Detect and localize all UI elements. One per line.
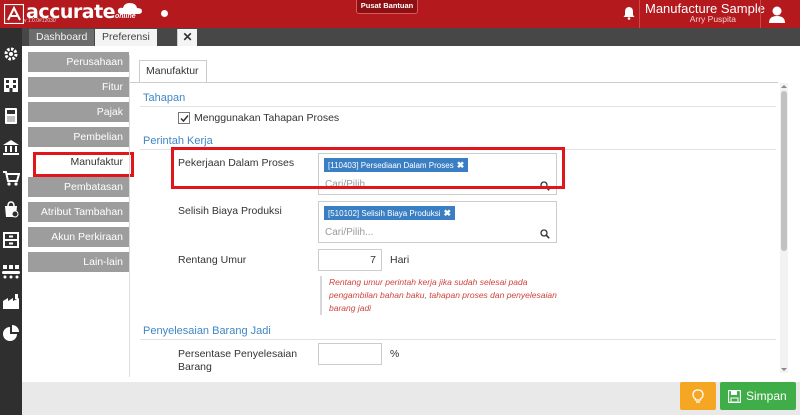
tab-preferences[interactable]: Preferensi — [95, 29, 157, 46]
user-name: Arry Puspita — [689, 14, 736, 24]
menu-item-pembatasan[interactable]: Pembatasan — [28, 177, 129, 197]
subtab-divider — [130, 82, 778, 83]
tab-strip: Dashboard Preferensi ✕ 2 — [22, 28, 800, 46]
persentase-label: Persentase Penyelesaian Barang — [178, 348, 298, 373]
menu-item-fitur[interactable]: Fitur — [28, 77, 129, 97]
status-dot — [161, 10, 168, 17]
tab-close-button[interactable]: ✕ — [177, 29, 197, 46]
topbar-divider — [760, 0, 761, 28]
menu-item-akun-perkiraan[interactable]: Akun Perkiraan — [28, 227, 129, 247]
use-process-stages-label: Menggunakan Tahapan Proses — [194, 112, 340, 124]
rentang-umur-unit: Hari — [390, 254, 410, 266]
top-bar: accurate online v 1.0.0#12030 Pusat Bant… — [0, 0, 800, 28]
rentang-umur-input[interactable]: 7 — [318, 249, 382, 271]
building-icon[interactable] — [2, 76, 20, 94]
save-icon — [728, 390, 741, 403]
topbar-divider — [639, 0, 640, 28]
calculator-icon[interactable] — [2, 107, 20, 125]
app-logo[interactable]: accurate — [4, 2, 116, 26]
rentang-umur-note: Rentang umur perintah kerja jika sudah s… — [320, 276, 562, 315]
search-icon[interactable] — [540, 229, 550, 239]
menu-item-atribut-tambahan[interactable]: Atribut Tambahan — [28, 202, 129, 222]
section-title-penyelesaian: Penyelesaian Barang Jadi — [143, 325, 271, 337]
app-version: v 1.0.0#12030 — [24, 18, 56, 24]
pie-chart-icon[interactable] — [2, 324, 20, 342]
selisih-account-tag: [510102] Selisih Biaya Produksi ✖ — [324, 206, 456, 220]
highlight-annotation — [171, 147, 565, 189]
factory-icon[interactable] — [2, 293, 20, 311]
persentase-input[interactable] — [318, 343, 382, 365]
use-process-stages-checkbox[interactable] — [178, 112, 190, 124]
scroll-down-arrow-icon[interactable] — [780, 366, 788, 373]
accurate-logo-icon — [4, 4, 24, 24]
conveyor-icon[interactable] — [2, 262, 20, 280]
gear-icon[interactable] — [2, 45, 20, 63]
module-icon-bar — [0, 28, 22, 415]
bell-icon[interactable] — [622, 6, 636, 20]
tips-button[interactable] — [680, 382, 716, 410]
user-avatar-icon[interactable] — [766, 3, 788, 25]
save-button[interactable]: Simpan — [720, 382, 796, 410]
tag-remove-icon[interactable]: ✖ — [444, 208, 452, 218]
save-button-label: Simpan — [746, 389, 787, 403]
tag-text: [510102] Selisih Biaya Produksi — [328, 209, 441, 218]
lightbulb-icon — [692, 389, 704, 403]
bag-icon[interactable] — [2, 200, 20, 218]
bank-icon[interactable] — [2, 138, 20, 156]
menu-item-pembelian[interactable]: Pembelian — [28, 127, 129, 147]
section-divider — [140, 339, 776, 340]
logo-online-text: online — [115, 13, 136, 20]
highlight-annotation — [33, 152, 134, 177]
section-title-tahapan: Tahapan — [143, 92, 186, 104]
scroll-up-arrow-icon[interactable] — [780, 83, 788, 90]
menu-item-perusahaan[interactable]: Perusahaan — [28, 52, 129, 72]
selisih-label: Selisih Biaya Produksi — [178, 205, 282, 217]
persentase-unit: % — [390, 348, 400, 360]
scrollbar-thumb[interactable] — [781, 91, 787, 251]
section-divider — [140, 106, 776, 107]
help-center-button[interactable]: Pusat Bantuan — [356, 0, 418, 14]
menu-item-lain-lain[interactable]: Lain-lain — [28, 252, 129, 272]
tab-dashboard[interactable]: Dashboard — [29, 29, 95, 46]
selisih-account-field[interactable]: [510102] Selisih Biaya Produksi ✖ Cari/Pi… — [318, 201, 557, 243]
menu-item-pajak[interactable]: Pajak — [28, 102, 129, 122]
tab-manufaktur[interactable]: Manufaktur — [139, 60, 207, 83]
cart-icon[interactable] — [2, 169, 20, 187]
check-icon — [180, 115, 189, 123]
selisih-search-placeholder[interactable]: Cari/Pilih... — [325, 227, 373, 238]
inventory-icon[interactable] — [2, 231, 20, 249]
section-title-perintah-kerja: Perintah Kerja — [143, 135, 213, 147]
rentang-umur-label: Rentang Umur — [178, 254, 247, 266]
